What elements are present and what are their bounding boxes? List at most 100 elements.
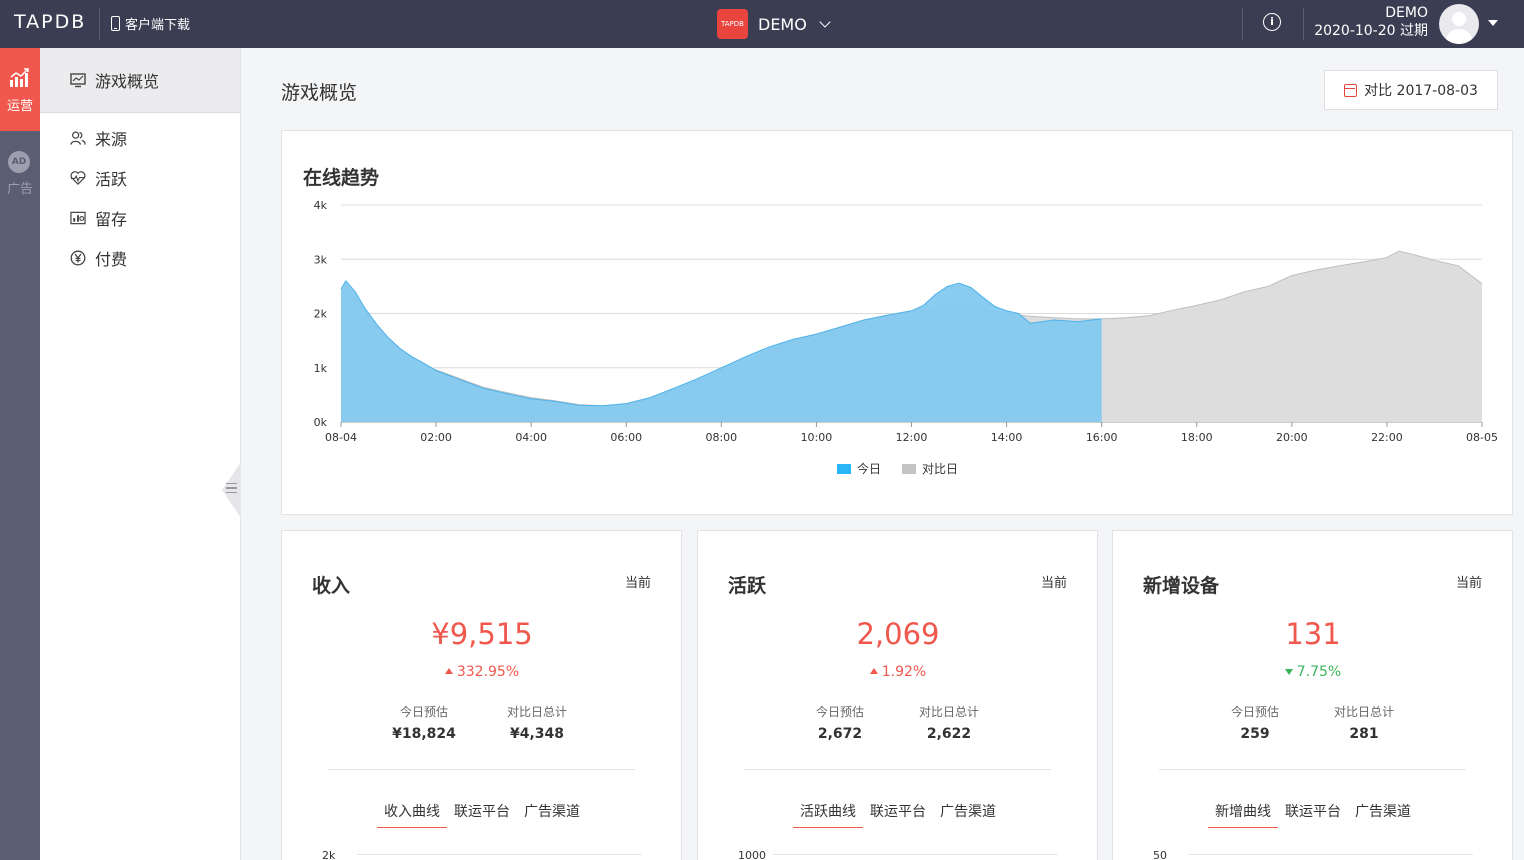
kpi-title: 新增设备 (1143, 575, 1220, 597)
kpi-sub-label: 今日预估 (815, 705, 864, 719)
online-trend-card: 在线趋势 0k 1k 2k 3k 4k 08-04 02:00 04:00 06:00 08:00… (281, 130, 1513, 515)
rail-item-operations[interactable]: 运营 (0, 48, 40, 131)
y-tick-label: 2k (314, 308, 328, 321)
tab-active-curve[interactable]: 活跃曲线 (793, 801, 863, 828)
kpi-now-label: 当前 (1040, 576, 1067, 591)
app-name: DEMO (758, 14, 807, 34)
x-tick-label: 16:00 (1086, 431, 1118, 444)
tab-platform[interactable]: 联运平台 (863, 801, 933, 828)
sidebar-item-source[interactable]: 来源 (40, 118, 240, 158)
x-tick-label: 08-04 (325, 431, 357, 444)
rail-label: 运营 (6, 99, 33, 114)
sidebar-item-label: 留存 (95, 210, 128, 229)
x-tick-label: 10:00 (801, 431, 833, 444)
compare-date-button[interactable]: 对比 2017-08-03 (1324, 70, 1498, 110)
sidebar-item-active[interactable]: 活跃 (40, 158, 240, 198)
divider (328, 769, 635, 770)
divider (744, 769, 1051, 770)
x-tick-label: 12:00 (896, 431, 928, 444)
kpi-gridline (773, 854, 1058, 855)
legend-swatch (902, 463, 916, 474)
kpi-value: 2,069 (856, 617, 940, 651)
kpi-sub-value: 2,622 (926, 726, 972, 742)
series-area-today (341, 280, 1102, 422)
tab-ad-channel[interactable]: 广告渠道 (933, 801, 1003, 828)
x-tick-label: 22:00 (1371, 431, 1403, 444)
sidebar-item-label: 付费 (95, 250, 128, 269)
kpi-change: 332.95% (282, 664, 682, 680)
sidebar-item-label: 活跃 (95, 170, 128, 189)
kpi-value: ¥9,515 (431, 617, 533, 651)
legend-item-compare[interactable]: 对比日 (902, 460, 958, 477)
x-tick-label: 02:00 (420, 431, 452, 444)
client-download-link[interactable]: 客户端下载 (111, 14, 190, 33)
module-rail: 运营 AD 广告 (0, 48, 40, 860)
page-title: 游戏概览 (281, 82, 358, 104)
tab-platform[interactable]: 联运平台 (1278, 801, 1348, 828)
kpi-sub-value: 259 (1240, 726, 1270, 742)
tab-platform[interactable]: 联运平台 (447, 801, 517, 828)
menu-icon[interactable] (226, 483, 237, 493)
client-download-label: 客户端下载 (125, 18, 191, 33)
y-tick-label: 4k (314, 199, 328, 212)
avatar[interactable] (1439, 4, 1479, 44)
kpi-sub-value: 2,672 (817, 726, 863, 742)
kpi-change-value: 332.95% (456, 664, 520, 680)
divider (1242, 8, 1243, 40)
kpi-gridline (357, 854, 642, 855)
phone-icon (111, 16, 120, 31)
kpi-title: 收入 (312, 575, 351, 597)
caret-down-icon[interactable] (1488, 20, 1498, 26)
tab-revenue-curve[interactable]: 收入曲线 (377, 801, 447, 828)
kpi-sub-label: 对比日总计 (918, 705, 979, 719)
legend-label: 今日 (857, 462, 882, 476)
kpi-axis-label: 1000 (738, 849, 766, 860)
kpi-axis-label: 50 (1153, 849, 1167, 860)
x-tick-label: 04:00 (515, 431, 547, 444)
kpi-card-revenue: 收入 当前 ¥9,515 332.95% 今日预估 ¥18,824 对比日总计 … (281, 530, 682, 860)
top-bar: TAPDB 客户端下载 TAPDB DEMO i DEMO 2020-10-20… (0, 0, 1524, 48)
chevron-down-icon (819, 15, 831, 28)
y-tick-label: 3k (314, 253, 328, 266)
tab-new-curve[interactable]: 新增曲线 (1208, 801, 1278, 828)
kpi-gridline (1188, 854, 1473, 855)
sidebar-item-payment[interactable]: 付费 (40, 238, 240, 278)
rail-item-ads[interactable]: AD 广告 (0, 131, 40, 214)
divider (99, 8, 100, 40)
kpi-now-label: 当前 (624, 576, 651, 591)
kpi-value: 131 (1285, 617, 1341, 651)
kpi-sub-label: 对比日总计 (506, 705, 567, 719)
app-switcher[interactable]: TAPDB DEMO (717, 9, 831, 39)
legend-item-today[interactable]: 今日 (837, 460, 881, 477)
triangle-up-icon (869, 668, 878, 674)
tab-ad-channel[interactable]: 广告渠道 (1348, 801, 1418, 828)
user-info[interactable]: DEMO 2020-10-20 过期 (1314, 4, 1428, 40)
kpi-change-value: 1.92% (881, 664, 927, 680)
kpi-change: 7.75% (1113, 664, 1513, 680)
kpi-sub-value: 281 (1349, 726, 1379, 742)
kpi-card-new-devices: 新增设备 当前 131 7.75% 今日预估 259 对比日总计 281 新增曲… (1112, 530, 1513, 860)
sidebar-item-retention[interactable]: 留存 (40, 198, 240, 238)
kpi-sub-label: 对比日总计 (1333, 705, 1394, 719)
tapdb-logo[interactable]: TAPDB (14, 11, 86, 33)
info-icon[interactable]: i (1263, 13, 1281, 31)
compare-date-label: 对比 2017-08-03 (1364, 83, 1478, 99)
kpi-sub-label: 今日预估 (399, 705, 448, 719)
app-logo: TAPDB (717, 9, 748, 39)
users-icon (70, 131, 86, 145)
kpi-tabs: 活跃曲线 联运平台 广告渠道 (698, 801, 1098, 828)
kpi-change: 1.92% (698, 664, 1098, 680)
sidebar-item-overview[interactable]: 游戏概览 (40, 48, 240, 113)
kpi-tabs: 收入曲线 联运平台 广告渠道 (282, 801, 682, 828)
legend-label: 对比日 (922, 462, 959, 476)
sidebar-item-label: 游戏概览 (95, 72, 160, 91)
user-expiry: 2020-10-20 过期 (1314, 23, 1428, 39)
heartbeat-icon (70, 171, 86, 185)
x-tick-label: 08-05 (1466, 431, 1498, 444)
online-trend-chart[interactable]: 0k 1k 2k 3k 4k 08-04 02:00 04:00 06:00 08:00 10:00… (282, 131, 1512, 514)
tab-ad-channel[interactable]: 广告渠道 (517, 801, 587, 828)
monitor-icon (70, 73, 86, 88)
yen-icon (70, 250, 86, 266)
sidebar-item-label: 来源 (95, 130, 128, 149)
y-tick-label: 1k (314, 362, 328, 375)
